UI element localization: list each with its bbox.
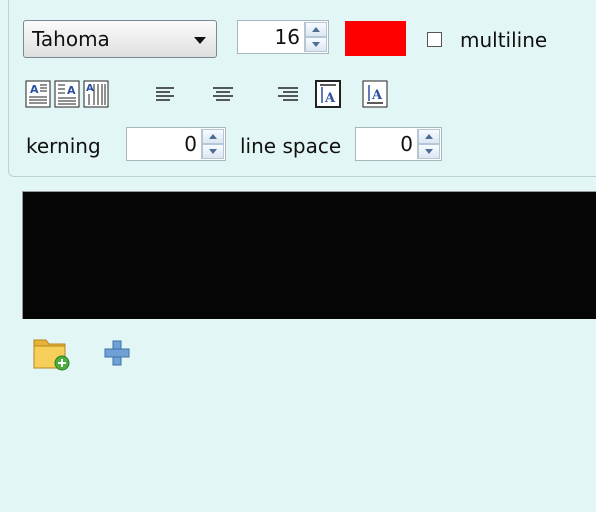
svg-text:A: A <box>371 88 383 103</box>
font-size-spin-buttons <box>304 22 327 52</box>
svg-text:A: A <box>67 84 76 97</box>
kerning-value: 0 <box>184 132 197 156</box>
align-text-right-icon[interactable]: A <box>83 80 109 108</box>
vertical-align-bottom-icon[interactable]: A <box>362 80 388 108</box>
text-preview-area[interactable] <box>22 191 596 319</box>
font-size-stepper[interactable]: 16 <box>237 20 329 54</box>
kerning-increment-button[interactable] <box>202 129 224 144</box>
svg-text:A: A <box>86 83 94 94</box>
line-space-increment-button[interactable] <box>418 129 440 144</box>
align-text-center-icon[interactable]: A <box>54 80 80 108</box>
line-space-label: line space <box>240 134 342 158</box>
kerning-label: kerning <box>26 134 101 158</box>
align-right-icon[interactable] <box>274 80 300 108</box>
line-space-value: 0 <box>400 132 413 156</box>
line-space-spin-buttons <box>417 129 440 159</box>
svg-text:A: A <box>30 83 39 96</box>
line-space-decrement-button[interactable] <box>418 144 440 159</box>
text-color-swatch[interactable] <box>345 21 406 56</box>
font-size-value: 16 <box>274 25 300 49</box>
font-family-value: Tahoma <box>32 27 110 51</box>
multiline-label: multiline <box>460 28 548 52</box>
align-text-left-icon[interactable]: A <box>25 80 51 108</box>
font-size-decrement-button[interactable] <box>305 37 327 52</box>
add-folder-icon[interactable] <box>32 334 72 372</box>
align-center-icon[interactable] <box>210 80 236 108</box>
chevron-down-icon <box>194 37 206 44</box>
line-space-stepper[interactable]: 0 <box>355 127 442 161</box>
kerning-decrement-button[interactable] <box>202 144 224 159</box>
kerning-stepper[interactable]: 0 <box>126 127 226 161</box>
align-left-icon[interactable] <box>154 80 180 108</box>
add-icon[interactable] <box>104 340 130 366</box>
font-family-select[interactable]: Tahoma <box>23 20 217 58</box>
multiline-checkbox[interactable] <box>427 32 442 47</box>
kerning-spin-buttons <box>201 129 224 159</box>
svg-text:A: A <box>324 91 336 106</box>
font-size-increment-button[interactable] <box>305 22 327 37</box>
vertical-align-top-icon[interactable]: A <box>315 80 341 108</box>
